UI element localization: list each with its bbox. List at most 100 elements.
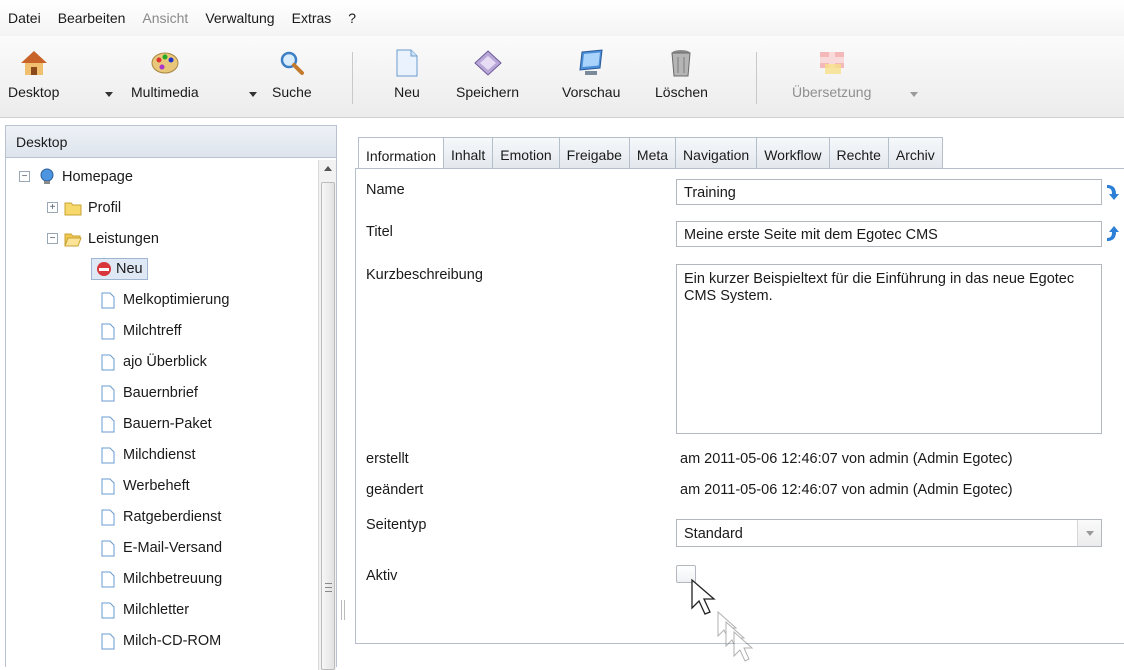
tree-label: Milchbetreuung (123, 571, 223, 587)
tree-node-page[interactable]: Milchletter (99, 597, 189, 623)
tab-navigation[interactable]: Navigation (676, 137, 758, 169)
tree-node-page[interactable]: Bauernbrief (99, 380, 198, 406)
tab-freigabe[interactable]: Freigabe (559, 137, 630, 169)
grip-icon (325, 583, 332, 592)
tab-meta[interactable]: Meta (629, 137, 677, 169)
titel-input[interactable]: Meine erste Seite mit dem Egotec CMS (676, 221, 1102, 247)
tree-label: Bauernbrief (123, 385, 198, 401)
speichern-button[interactable]: Speichern (456, 46, 519, 112)
uebersetzung-button: Übersetzung (792, 46, 871, 112)
seitentyp-select[interactable]: Standard (676, 519, 1102, 547)
page-icon (99, 508, 117, 526)
tree-label: Werbeheft (123, 478, 190, 494)
menu-extras[interactable]: Extras (292, 10, 332, 26)
tab-inhalt[interactable]: Inhalt (444, 137, 494, 169)
loeschen-button[interactable]: Löschen (655, 46, 708, 112)
tree-label: Neu (116, 261, 143, 277)
tree-label: Milchdienst (123, 447, 196, 463)
tab-rechte[interactable]: Rechte (829, 137, 889, 169)
suche-label: Suche (272, 84, 312, 100)
tab-emotion[interactable]: Emotion (493, 137, 560, 169)
tree-node-neu[interactable]: Neu (91, 256, 148, 282)
suche-button[interactable]: Suche (272, 46, 312, 112)
desktop-dropdown-icon[interactable] (105, 92, 113, 97)
tree-node-page[interactable]: Milchdienst (99, 442, 196, 468)
tree-node-leistungen[interactable]: Leistungen (64, 226, 159, 252)
tree-label: Profil (88, 200, 122, 216)
tree-label: ajo Überblick (123, 354, 207, 370)
palette-icon (148, 46, 182, 80)
page-icon (99, 632, 117, 650)
name-input[interactable]: Training (676, 179, 1102, 205)
name-label: Name (366, 182, 405, 198)
menu-bearbeiten[interactable]: Bearbeiten (58, 10, 126, 26)
menu-help[interactable]: ? (348, 10, 356, 26)
tree-node-page[interactable]: Milchtreff (99, 318, 182, 344)
multimedia-button[interactable]: Multimedia (131, 46, 199, 112)
expand-toggle[interactable]: + (47, 202, 58, 213)
save-disk-icon (471, 46, 505, 80)
tree-label: Milchletter (123, 602, 190, 618)
tree-node-page[interactable]: Milch-CD-ROM (99, 628, 221, 654)
folder-open-icon (64, 230, 82, 248)
menu-ansicht: Ansicht (142, 10, 189, 26)
tab-strip: Information Inhalt Emotion Freigabe Meta… (358, 137, 943, 169)
tree-scrollbar[interactable] (318, 160, 336, 670)
trash-icon (664, 46, 698, 80)
erstellt-label: erstellt (366, 451, 409, 467)
tree-label: Leistungen (88, 231, 159, 247)
toolbar: Desktop Multimedia Suche Neu Speichern V… (0, 36, 1124, 118)
desktop-button[interactable]: Desktop (8, 46, 59, 112)
scroll-up-icon[interactable] (324, 166, 332, 171)
multimedia-dropdown-icon[interactable] (249, 92, 257, 97)
flags-icon (815, 46, 849, 80)
page-icon (99, 601, 117, 619)
aktiv-checkbox[interactable] (676, 565, 696, 583)
panel-title: Desktop (6, 126, 336, 158)
tree-node-page[interactable]: Melkoptimierung (99, 287, 229, 313)
page-icon (99, 539, 117, 557)
tree-label: Bauern-Paket (123, 416, 212, 432)
tree-label: Homepage (62, 169, 133, 185)
tree-node-page[interactable]: Ratgeberdienst (99, 504, 221, 530)
locked-page-icon (97, 262, 111, 276)
tab-workflow[interactable]: Workflow (757, 137, 830, 169)
menu-verwaltung[interactable]: Verwaltung (205, 10, 274, 26)
neu-button[interactable]: Neu (390, 46, 424, 112)
page-icon (99, 446, 117, 464)
geaendert-value: am 2011-05-06 12:46:07 von admin (Admin … (680, 482, 1013, 498)
scrollbar-thumb[interactable] (321, 182, 335, 670)
collapse-toggle[interactable]: − (19, 171, 30, 182)
seitentyp-value: Standard (684, 526, 743, 542)
tree-node-profil[interactable]: Profil (64, 195, 121, 221)
arrow-down-icon[interactable] (1104, 183, 1120, 201)
desktop-label: Desktop (8, 84, 60, 100)
tree-node-page[interactable]: ajo Überblick (99, 349, 207, 375)
tree-node-homepage[interactable]: Homepage (38, 164, 133, 190)
tree-node-page[interactable]: E-Mail-Versand (99, 535, 222, 561)
tree-label: Milchtreff (123, 323, 182, 339)
folder-icon (64, 199, 82, 217)
vorschau-button[interactable]: Vorschau (562, 46, 620, 112)
erstellt-value: am 2011-05-06 12:46:07 von admin (Admin … (680, 451, 1013, 467)
chevron-down-icon[interactable] (1077, 520, 1101, 546)
vorschau-label: Vorschau (562, 84, 621, 100)
collapse-toggle[interactable]: − (47, 233, 58, 244)
tree-selected-item: Neu (91, 258, 148, 280)
kurzbeschreibung-textarea[interactable]: Ein kurzer Beispieltext für die Einführu… (676, 264, 1102, 434)
page-icon (99, 415, 117, 433)
tree-node-page[interactable]: Milchbetreuung (99, 566, 222, 592)
magnifier-icon (275, 46, 309, 80)
tree-label: Ratgeberdienst (123, 509, 222, 525)
tab-archiv[interactable]: Archiv (888, 137, 943, 169)
loeschen-label: Löschen (655, 84, 708, 100)
page-icon (99, 322, 117, 340)
seitentyp-label: Seitentyp (366, 517, 427, 533)
arrow-up-icon[interactable] (1104, 225, 1120, 243)
tree-node-page[interactable]: Werbeheft (99, 473, 190, 499)
tree-node-page[interactable]: Bauern-Paket (99, 411, 212, 437)
geaendert-label: geändert (366, 482, 424, 498)
toolbar-separator (756, 52, 757, 104)
menu-datei[interactable]: Datei (8, 10, 41, 26)
tab-information[interactable]: Information (358, 137, 445, 169)
